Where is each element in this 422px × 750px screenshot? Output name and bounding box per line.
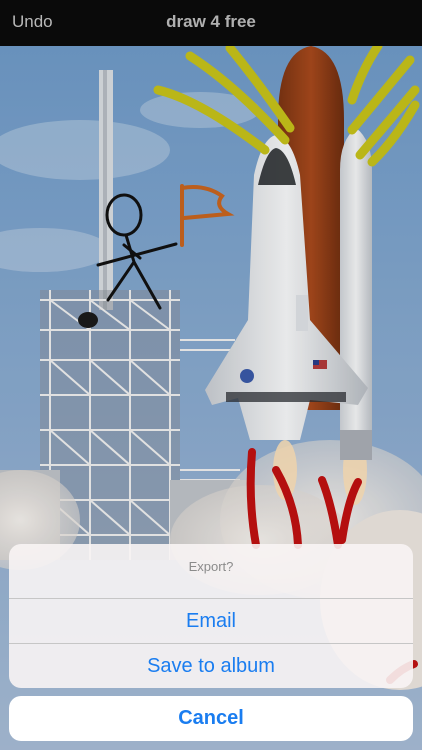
export-action-sheet: Export? Email Save to album — [9, 544, 413, 688]
email-button[interactable]: Email — [9, 599, 413, 644]
navigation-bar: Undo draw 4 free — [0, 0, 422, 46]
action-sheet-title: Export? — [9, 544, 413, 599]
app-title: draw 4 free — [166, 12, 256, 31]
save-to-album-button[interactable]: Save to album — [9, 644, 413, 688]
cancel-button[interactable]: Cancel — [9, 696, 413, 741]
